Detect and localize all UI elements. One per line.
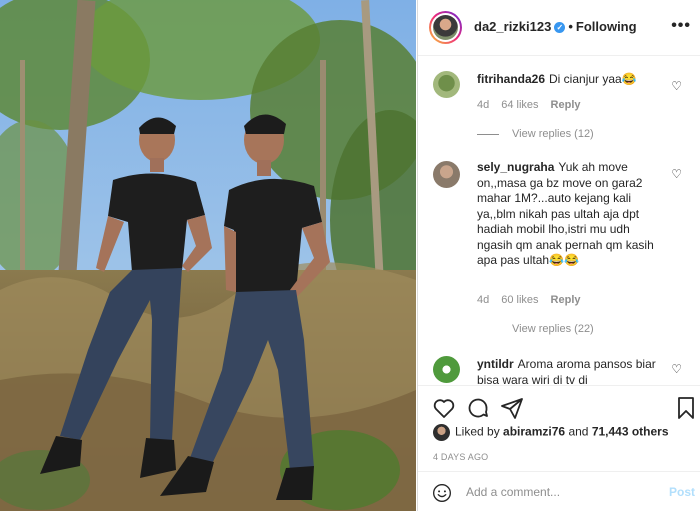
- comment-like-heart-icon[interactable]: ♡: [671, 362, 682, 376]
- likes-and: and: [568, 424, 589, 439]
- liker-avatar[interactable]: [433, 424, 450, 441]
- following-button[interactable]: Following: [576, 19, 637, 34]
- comment-input[interactable]: [466, 483, 656, 501]
- paper-plane-icon[interactable]: [500, 396, 524, 420]
- comment-text-block: yntildr Aroma aroma pansos biar bisa wara…: [477, 357, 667, 384]
- post-photo[interactable]: [0, 0, 416, 511]
- likes-summary: Liked by abiramzi76 and 71,443 others: [433, 424, 693, 441]
- comment-text: Yuk ah move on,,masa ga bz move on gara2…: [477, 160, 654, 267]
- commenter-avatar[interactable]: [433, 161, 460, 188]
- view-replies-button[interactable]: View replies (22): [512, 323, 594, 335]
- liker-username[interactable]: abiramzi76: [503, 425, 565, 439]
- comment-age: 4d: [477, 294, 490, 306]
- author-line: da2_rizki123 ✓ • Following: [474, 19, 637, 34]
- commenter-username[interactable]: yntildr: [477, 357, 514, 371]
- comment-meta: 4d 64 likes Reply: [477, 99, 593, 111]
- author-avatar[interactable]: [429, 11, 462, 44]
- comment-text-block: fitrihanda26 Di cianjur yaa😂: [477, 72, 667, 88]
- replies-line: [477, 133, 499, 135]
- verified-badge-icon: ✓: [554, 22, 566, 34]
- post-image: [0, 0, 416, 511]
- commenter-username[interactable]: sely_nugraha: [477, 160, 554, 174]
- view-replies-label: View replies (12): [512, 128, 594, 140]
- separator: •: [568, 19, 573, 34]
- heart-icon[interactable]: [432, 396, 456, 420]
- smiley-icon[interactable]: [432, 483, 452, 503]
- comment-text: Di cianjur yaa😂: [549, 72, 637, 86]
- comment-likes[interactable]: 64 likes: [501, 99, 538, 111]
- bookmark-icon[interactable]: [674, 396, 698, 420]
- commenter-avatar[interactable]: [433, 356, 460, 383]
- post-timestamp[interactable]: 4 DAYS AGO: [433, 452, 488, 462]
- comment-like-heart-icon[interactable]: ♡: [671, 79, 682, 93]
- reply-button[interactable]: Reply: [551, 99, 581, 111]
- post-side-panel: da2_rizki123 ✓ • Following ••• fitrihanda26…: [417, 0, 700, 511]
- post-button[interactable]: Post: [669, 485, 695, 499]
- post-header: da2_rizki123 ✓ • Following •••: [418, 0, 700, 56]
- comment-list[interactable]: fitrihanda26 Di cianjur yaa😂 ♡ 4d 64 likes…: [418, 56, 700, 384]
- comment-likes[interactable]: 60 likes: [501, 294, 538, 306]
- more-horizontal-icon[interactable]: •••: [671, 17, 691, 35]
- commenter-username[interactable]: fitrihanda26: [477, 72, 545, 86]
- view-replies-label: View replies (22): [512, 323, 594, 335]
- add-comment-bar: Post: [418, 471, 700, 512]
- comment-meta: 4d 60 likes Reply: [477, 294, 593, 306]
- comment-like-heart-icon[interactable]: ♡: [671, 167, 682, 181]
- likes-prefix: Liked by: [455, 424, 500, 439]
- comment-text-block: sely_nugraha Yuk ah move on,,masa ga bz m…: [477, 160, 667, 269]
- reply-button[interactable]: Reply: [551, 294, 581, 306]
- view-replies-button[interactable]: View replies (12): [477, 128, 594, 140]
- commenter-avatar[interactable]: [433, 71, 460, 98]
- likes-count[interactable]: 71,443 others: [592, 425, 669, 439]
- comment-age: 4d: [477, 99, 490, 111]
- author-username[interactable]: da2_rizki123: [474, 19, 551, 34]
- comment-icon[interactable]: [466, 396, 490, 420]
- post-actions-bar: [418, 385, 700, 426]
